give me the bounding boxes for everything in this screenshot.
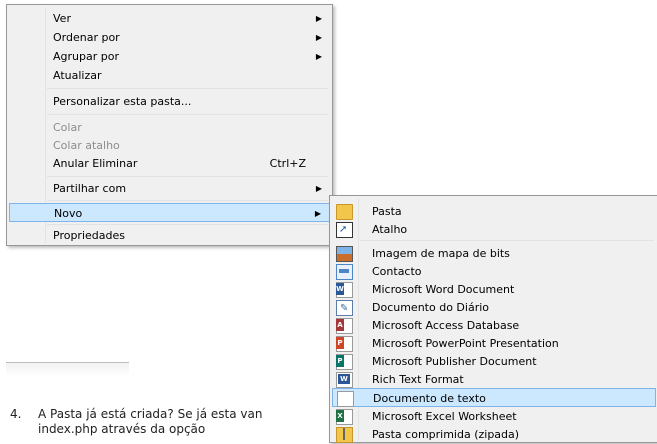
new-item-label: Contacto: [372, 265, 422, 278]
new-item-rtf[interactable]: Rich Text Format: [332, 370, 656, 389]
submenu-arrow-icon: ▶: [315, 14, 322, 23]
menu-separator: [47, 176, 328, 177]
new-item-publisher[interactable]: Microsoft Publisher Document: [332, 352, 656, 371]
menu-separator: [47, 114, 328, 115]
shortcut-text: Ctrl+Z: [269, 157, 306, 170]
list-number: 4.: [10, 407, 22, 421]
submenu-arrow-icon: ▶: [314, 209, 321, 218]
document-line-2: index.php através da opção: [38, 422, 206, 436]
new-submenu: Pasta Atalho Imagem de mapa de bits Cont…: [329, 195, 657, 443]
new-item-label: Imagem de mapa de bits: [372, 247, 510, 260]
new-item-label: Microsoft Word Document: [372, 283, 515, 296]
publisher-icon: [336, 354, 353, 370]
powerpoint-icon: [336, 336, 353, 352]
menu-item-colar[interactable]: Colar: [9, 118, 330, 137]
new-item-contacto[interactable]: Contacto: [332, 262, 656, 281]
new-item-label: Microsoft Access Database: [372, 319, 520, 332]
new-item-label: Atalho: [372, 223, 408, 236]
submenu-arrow-icon: ▶: [315, 184, 322, 193]
new-item-bitmap[interactable]: Imagem de mapa de bits: [332, 244, 656, 263]
new-item-label: Microsoft PowerPoint Presentation: [372, 337, 559, 350]
menu-item-label: Ver: [53, 12, 71, 25]
menu-item-label: Ordenar por: [53, 31, 120, 44]
menu-item-label: Colar atalho: [53, 139, 120, 152]
menu-item-label: Anular Eliminar: [53, 157, 138, 170]
new-item-label: Rich Text Format: [372, 373, 464, 386]
excel-worksheet-icon: [336, 409, 353, 425]
menu-separator: [47, 88, 328, 89]
menu-item-label: Colar: [53, 121, 82, 134]
menu-item-label: Partilhar com: [53, 182, 127, 195]
new-item-documento-texto[interactable]: Documento de texto: [332, 388, 656, 407]
menu-item-ordenar-por[interactable]: Ordenar por ▶: [9, 28, 330, 47]
menu-item-label: Agrupar por: [53, 50, 119, 63]
new-item-pasta[interactable]: Pasta: [332, 202, 656, 221]
rich-text-icon: [336, 372, 353, 388]
menu-item-colar-atalho[interactable]: Colar atalho: [9, 136, 330, 155]
text-document-icon: [337, 391, 354, 407]
menu-item-label: Atualizar: [53, 69, 102, 82]
menu-item-label: Propriedades: [53, 229, 125, 242]
submenu-arrow-icon: ▶: [315, 33, 322, 42]
new-item-label: Documento do Diário: [372, 301, 489, 314]
menu-separator: [360, 240, 654, 241]
document-line-1: 4. A Pasta já está criada? Se já esta van: [10, 407, 262, 421]
menu-item-label: Novo: [54, 207, 83, 220]
new-item-label: Microsoft Excel Worksheet: [372, 410, 517, 423]
menu-separator: [47, 200, 328, 201]
new-item-label: Pasta comprimida (zipada): [372, 428, 520, 441]
menu-item-anular-eliminar[interactable]: Anular Eliminar Ctrl+Z: [9, 154, 330, 173]
new-item-zip[interactable]: Pasta comprimida (zipada): [332, 425, 656, 444]
contact-icon: [336, 264, 353, 280]
new-item-label: Microsoft Publisher Document: [372, 355, 537, 368]
menu-item-ver[interactable]: Ver ▶: [9, 9, 330, 28]
new-item-label: Documento de texto: [373, 392, 486, 405]
menu-item-novo[interactable]: Novo ▶: [9, 203, 330, 222]
new-item-label: Pasta: [372, 205, 402, 218]
new-item-powerpoint[interactable]: Microsoft PowerPoint Presentation: [332, 334, 656, 353]
folder-icon: [336, 204, 353, 220]
context-menu: Ver ▶ Ordenar por ▶ Agrupar por ▶ Atuali…: [6, 4, 333, 246]
menu-item-atualizar[interactable]: Atualizar: [9, 66, 330, 85]
menu-item-agrupar-por[interactable]: Agrupar por ▶: [9, 47, 330, 66]
menu-item-personalizar[interactable]: Personalizar esta pasta...: [9, 92, 330, 111]
submenu-arrow-icon: ▶: [315, 52, 322, 61]
document-ruler: [6, 362, 129, 377]
menu-separator: [47, 224, 328, 225]
new-item-access[interactable]: Microsoft Access Database: [332, 316, 656, 335]
bitmap-image-icon: [336, 246, 353, 262]
shortcut-icon: [336, 220, 353, 239]
access-database-icon: [336, 318, 353, 334]
menu-item-propriedades[interactable]: Propriedades: [9, 226, 330, 245]
new-item-excel[interactable]: Microsoft Excel Worksheet: [332, 407, 656, 426]
new-item-atalho[interactable]: Atalho: [332, 220, 656, 239]
menu-item-partilhar-com[interactable]: Partilhar com ▶: [9, 179, 330, 198]
new-item-journal[interactable]: Documento do Diário: [332, 298, 656, 318]
document-text-1: A Pasta já está criada? Se já esta van: [38, 407, 263, 421]
new-item-word[interactable]: Microsoft Word Document: [332, 280, 656, 299]
word-document-icon: [336, 282, 353, 298]
menu-item-label: Personalizar esta pasta...: [53, 95, 192, 108]
journal-document-icon: [336, 299, 353, 318]
